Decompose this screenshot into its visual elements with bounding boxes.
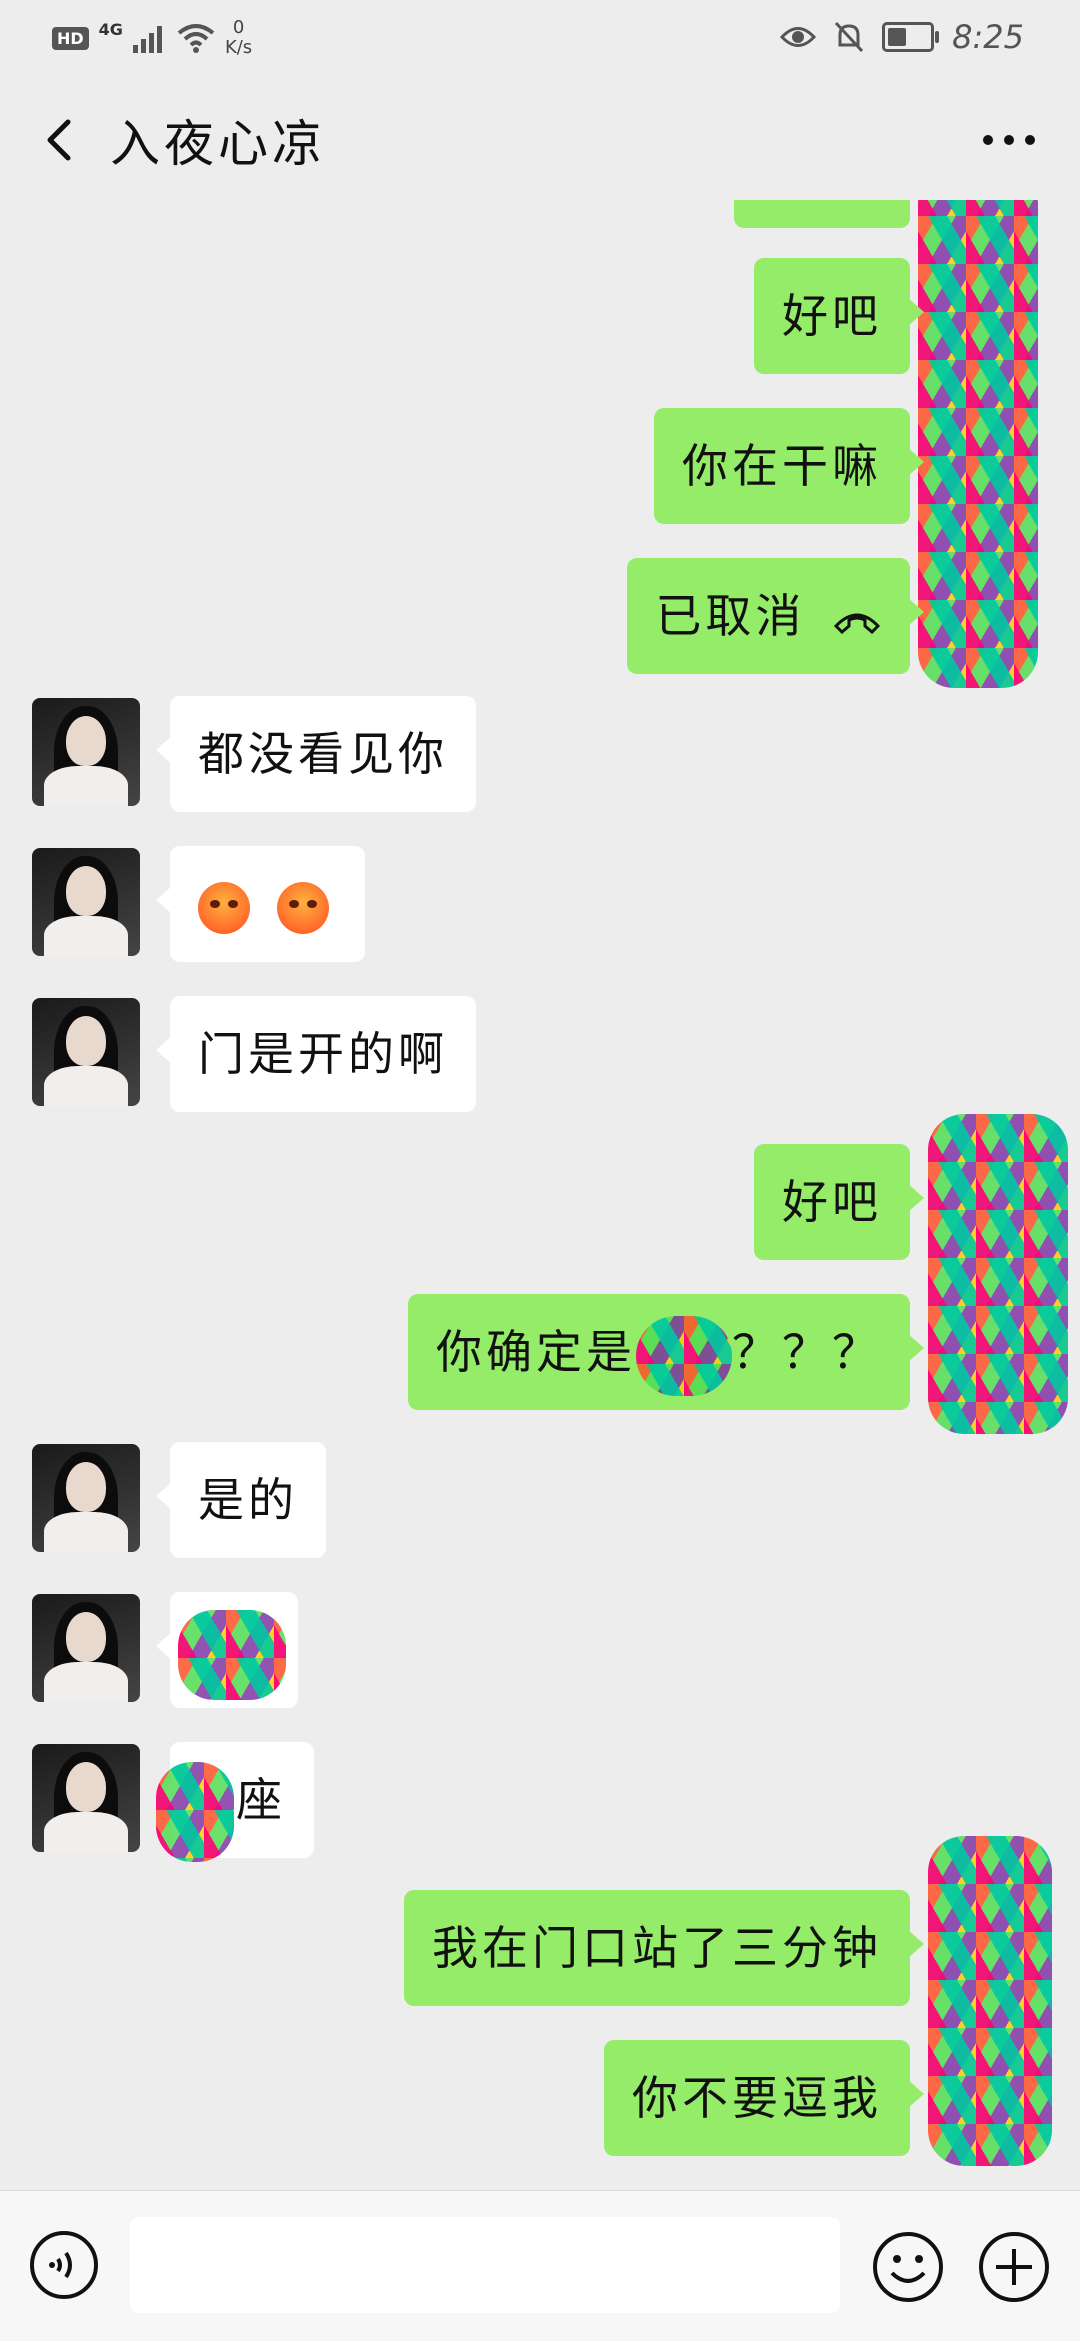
message-text: 好吧	[782, 289, 882, 343]
more-dots-icon	[983, 135, 1035, 145]
message-bubble[interactable]: 我在门口站了三分钟	[404, 1890, 924, 2006]
message-bubble[interactable]: 你在干嘛	[654, 408, 924, 524]
hd-badge: HD	[52, 26, 89, 50]
message-bubble-partial[interactable]	[734, 200, 910, 228]
network-type: 4G	[98, 19, 123, 39]
signal-icon	[132, 26, 162, 53]
message-text: 座	[236, 1773, 286, 1827]
redacted-content	[156, 1762, 234, 1862]
chat-area[interactable]: 好吧 你在干嘛 已取消 都没看见你 门是开的啊 好吧 你确定是 ？？？ 是的 座 …	[0, 200, 1080, 2190]
chevron-left-icon	[47, 119, 71, 161]
message-bubble[interactable]: 是的	[156, 1442, 326, 1558]
message-bubble[interactable]: 都没看见你	[156, 696, 476, 812]
message-text: 你不要逗我	[632, 2071, 882, 2125]
more-button[interactable]	[974, 110, 1044, 170]
chat-title: 入夜心凉	[110, 115, 326, 173]
self-avatar-redacted	[918, 200, 1038, 688]
message-bubble[interactable]: 你确定是 ？？？	[408, 1294, 924, 1410]
emoji-icon	[873, 2232, 943, 2302]
message-text: 好吧	[782, 1175, 882, 1229]
contact-avatar[interactable]	[32, 1744, 140, 1852]
contact-avatar[interactable]	[32, 848, 140, 956]
call-ended-icon	[833, 613, 881, 634]
eye-icon	[780, 27, 817, 47]
message-text-suffix: ？？？	[732, 1325, 882, 1379]
self-avatar-redacted	[928, 1836, 1052, 2166]
battery-icon	[882, 22, 940, 52]
message-text: 你确定是	[436, 1325, 636, 1379]
message-input[interactable]	[130, 2217, 840, 2313]
message-text: 已取消	[655, 589, 806, 643]
emoji-button[interactable]	[870, 2229, 946, 2305]
message-text: 都没看见你	[198, 727, 448, 781]
message-text: 我在门口站了三分钟	[432, 1921, 882, 1975]
contact-avatar[interactable]	[32, 1594, 140, 1702]
message-bubble-redacted[interactable]	[156, 1592, 298, 1708]
message-bubble[interactable]: 好吧	[754, 1144, 924, 1260]
message-bubble[interactable]: 座	[156, 1742, 314, 1862]
plus-button[interactable]	[976, 2229, 1052, 2305]
message-bubble[interactable]: 门是开的啊	[156, 996, 476, 1112]
angry-face-emoji	[198, 882, 250, 934]
self-avatar-redacted	[928, 1114, 1068, 1434]
contact-avatar[interactable]	[32, 998, 140, 1106]
status-bar: HD 4G 0 K/s 8:25	[0, 0, 1080, 70]
angry-face-emoji	[276, 882, 329, 934]
voice-button[interactable]	[28, 2229, 100, 2301]
message-bubble-emoji[interactable]	[156, 846, 365, 962]
voice-icon	[30, 2231, 98, 2299]
clock: 8:25	[952, 18, 1024, 56]
plus-icon	[979, 2232, 1049, 2302]
message-text: 你在干嘛	[682, 439, 882, 493]
message-text: 是的	[198, 1473, 298, 1527]
contact-avatar[interactable]	[32, 698, 140, 806]
network-speed: 0 K/s	[224, 17, 253, 58]
message-text: 门是开的啊	[198, 1027, 448, 1081]
contact-avatar[interactable]	[32, 1444, 140, 1552]
message-bubble[interactable]: 你不要逗我	[604, 2040, 924, 2156]
chat-header: 入夜心凉	[0, 80, 1080, 200]
input-bar	[0, 2190, 1080, 2341]
message-bubble[interactable]: 好吧	[754, 258, 924, 374]
back-button[interactable]	[32, 110, 92, 170]
redacted-content	[178, 1610, 286, 1700]
wifi-icon	[177, 24, 215, 53]
redacted-word	[636, 1316, 732, 1396]
bell-off-icon	[835, 21, 864, 53]
message-bubble-call[interactable]: 已取消	[627, 558, 924, 674]
